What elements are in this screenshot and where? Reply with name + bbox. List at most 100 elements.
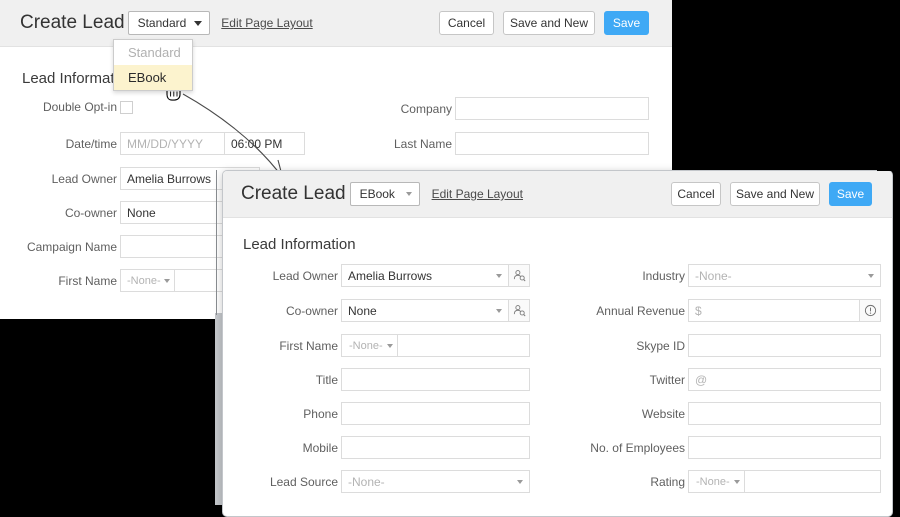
lead-owner-lookup-icon[interactable] xyxy=(509,264,530,287)
annual-revenue-info-icon[interactable] xyxy=(860,299,881,322)
page-title: Create Lead xyxy=(241,183,346,204)
chevron-down-icon xyxy=(164,278,170,283)
chevron-down-icon xyxy=(734,479,740,484)
black-region-top-right-sliver xyxy=(877,160,900,171)
save-button[interactable]: Save xyxy=(829,182,872,206)
field-label: Title xyxy=(315,372,338,387)
date-input[interactable]: MM/DD/YYYY xyxy=(120,132,225,155)
field-label: Lead Source xyxy=(269,474,338,489)
co-owner-select[interactable]: None xyxy=(341,299,509,322)
window-scrollbar[interactable] xyxy=(215,313,222,505)
field-label: Twitter xyxy=(649,372,685,387)
field-row-company: Company xyxy=(330,97,660,120)
field-label: Phone xyxy=(303,406,338,421)
field-row-title: Title xyxy=(223,368,543,391)
chevron-down-icon xyxy=(194,20,203,26)
field-label: Mobile xyxy=(302,440,338,455)
field-label: Industry xyxy=(642,268,685,283)
company-input[interactable] xyxy=(455,97,649,120)
field-row-rating: Rating -None- xyxy=(563,470,892,493)
lead-owner-select[interactable]: Amelia Burrows xyxy=(341,264,509,287)
lead-source-select[interactable]: -None- xyxy=(341,470,530,493)
user-lookup-icon xyxy=(513,270,526,282)
field-row-first-name: First Name -None- xyxy=(223,334,543,357)
first-name-salutation-select[interactable]: -None- xyxy=(341,334,397,357)
window-edge-line xyxy=(216,170,217,315)
salutation-value: -None- xyxy=(127,274,161,287)
black-region-bottom-left xyxy=(0,319,216,517)
field-row-mobile: Mobile xyxy=(223,436,543,459)
cancel-button[interactable]: Cancel xyxy=(439,11,494,35)
field-row-skype-id: Skype ID xyxy=(563,334,892,357)
field-row-twitter: Twitter @ xyxy=(563,368,892,391)
save-button[interactable]: Save xyxy=(604,11,649,35)
edit-page-layout-link[interactable]: Edit Page Layout xyxy=(221,16,312,30)
field-label: Lead Owner xyxy=(51,171,117,186)
lead-source-value: -None- xyxy=(348,474,385,489)
dropdown-option-ebook[interactable]: EBook xyxy=(114,65,192,90)
time-input[interactable]: 06:00 PM xyxy=(225,132,305,155)
annual-revenue-input[interactable]: $ xyxy=(688,299,860,322)
black-region-right xyxy=(672,0,900,170)
salutation-value: -None- xyxy=(349,339,383,352)
field-row-industry: Industry -None- xyxy=(563,264,892,287)
field-label: Date/time xyxy=(65,136,117,151)
field-row-lead-owner: Lead Owner Amelia Burrows xyxy=(0,167,260,190)
field-label: Lead Owner xyxy=(272,268,338,283)
double-optin-checkbox[interactable] xyxy=(120,100,133,114)
layout-dropdown-trigger[interactable]: Standard xyxy=(127,11,211,35)
field-row-datetime: Date/time MM/DD/YYYY 06:00 PM xyxy=(0,132,320,155)
front-window-header: Create Lead EBook Edit Page Layout Cance… xyxy=(223,171,892,218)
field-row-double-optin: Double Opt-in xyxy=(0,100,230,114)
no-of-employees-input[interactable] xyxy=(688,436,881,459)
field-row-co-owner: Co-owner None xyxy=(0,201,260,224)
last-name-input[interactable] xyxy=(455,132,649,155)
back-window-header: Create Lead Standard Edit Page Layout Ca… xyxy=(0,0,672,47)
chevron-down-icon xyxy=(496,308,502,313)
field-label: Co-owner xyxy=(285,303,338,318)
first-name-input[interactable] xyxy=(397,334,530,357)
co-owner-value: None xyxy=(348,303,377,318)
field-label: No. of Employees xyxy=(590,440,685,455)
title-input[interactable] xyxy=(341,368,530,391)
field-row-last-name: Last Name xyxy=(330,132,660,155)
chevron-down-icon xyxy=(868,273,874,278)
field-label: Last Name xyxy=(393,136,452,151)
edit-page-layout-link[interactable]: Edit Page Layout xyxy=(432,187,523,201)
lead-owner-value: Amelia Burrows xyxy=(348,268,433,283)
layout-dropdown-value: Standard xyxy=(137,16,187,30)
skype-id-input[interactable] xyxy=(688,334,881,357)
chevron-down-icon xyxy=(387,343,393,348)
save-and-new-button[interactable]: Save and New xyxy=(503,11,595,35)
field-label: Website xyxy=(641,406,685,421)
cancel-button[interactable]: Cancel xyxy=(671,182,721,206)
industry-select[interactable]: -None- xyxy=(688,264,881,287)
layout-dropdown-menu: Standard EBook xyxy=(113,39,193,91)
chevron-down-icon xyxy=(517,479,523,484)
phone-input[interactable] xyxy=(341,402,530,425)
field-label: Annual Revenue xyxy=(596,303,685,318)
field-label: First Name xyxy=(279,338,338,353)
field-row-no-of-employees: No. of Employees xyxy=(563,436,892,459)
page-title: Create Lead xyxy=(20,12,125,33)
field-label: Campaign Name xyxy=(26,239,117,254)
chevron-down-icon xyxy=(405,192,412,196)
co-owner-lookup-icon[interactable] xyxy=(509,299,530,322)
rating-select[interactable]: -None- xyxy=(688,470,744,493)
first-name-salutation-select[interactable]: -None- xyxy=(120,269,174,292)
save-and-new-button[interactable]: Save and New xyxy=(730,182,820,206)
field-label: Double Opt-in xyxy=(42,100,117,114)
screenshot-stage: Create Lead Standard Edit Page Layout Ca… xyxy=(0,0,900,517)
dropdown-option-standard[interactable]: Standard xyxy=(114,40,192,65)
lead-information-heading: Lead Information xyxy=(243,236,356,253)
field-row-campaign-name: Campaign Name xyxy=(0,235,260,258)
twitter-input[interactable]: @ xyxy=(688,368,881,391)
layout-dropdown-trigger[interactable]: EBook xyxy=(349,182,420,206)
mobile-input[interactable] xyxy=(341,436,530,459)
website-input[interactable] xyxy=(688,402,881,425)
info-icon xyxy=(864,304,876,317)
industry-value: -None- xyxy=(695,268,732,283)
field-row-website: Website xyxy=(563,402,892,425)
layout-dropdown-value: EBook xyxy=(359,187,395,201)
rating-input[interactable] xyxy=(744,470,881,493)
